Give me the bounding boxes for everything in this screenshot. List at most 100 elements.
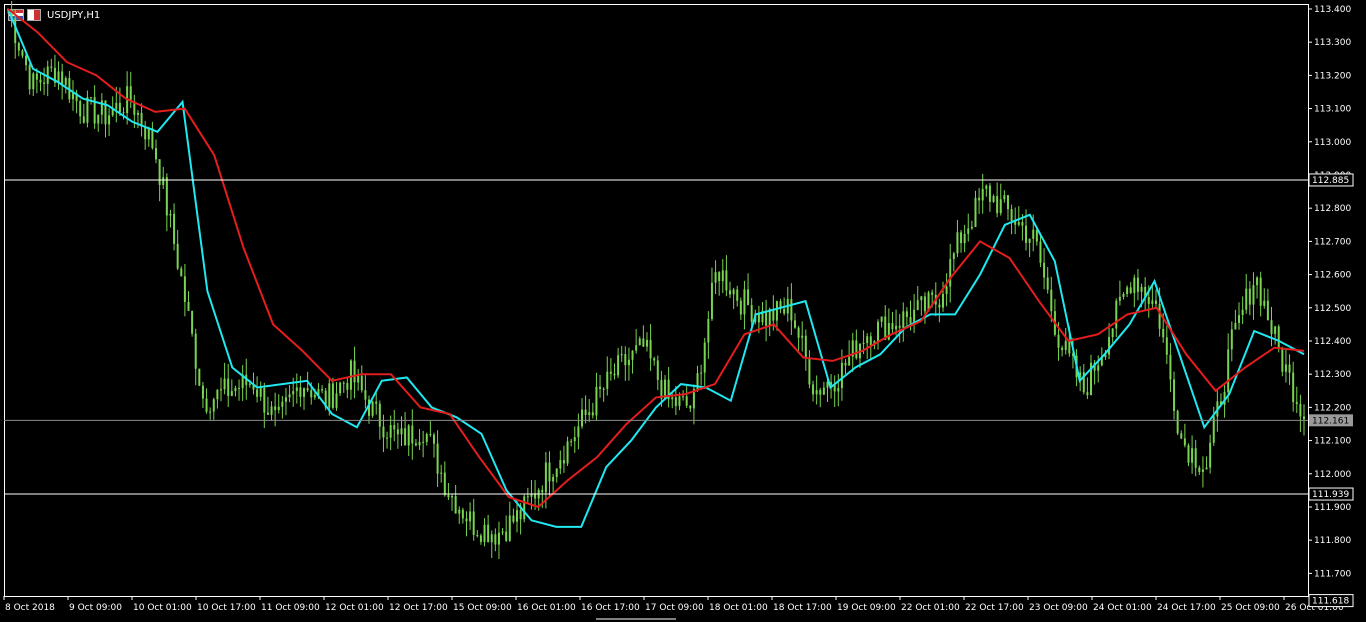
candle <box>234 385 237 397</box>
candle <box>696 365 699 392</box>
candle <box>151 121 154 150</box>
candle <box>790 283 793 335</box>
candle <box>57 61 60 90</box>
candle <box>198 368 201 387</box>
y-tick-label: 113.100 <box>1314 105 1351 115</box>
candle <box>490 530 493 558</box>
candle <box>429 420 432 437</box>
candle <box>274 392 277 427</box>
candle <box>1295 386 1298 414</box>
candle <box>1082 363 1085 395</box>
candle <box>963 224 966 253</box>
candle <box>1238 302 1241 330</box>
candle <box>1256 276 1259 299</box>
candle <box>956 219 959 257</box>
candle <box>331 377 334 410</box>
candle <box>844 359 847 374</box>
y-tick-label: 112.700 <box>1314 237 1351 247</box>
candle <box>393 410 396 442</box>
candle <box>155 139 158 164</box>
chart-window[interactable]: USDJPY,H1 113.400 113.300 113.200 113.100 11… <box>0 0 1366 622</box>
candle <box>180 266 183 277</box>
candle <box>1230 321 1233 362</box>
candle <box>952 251 955 272</box>
candle <box>1046 267 1049 294</box>
line-price-label: 111.939 <box>1312 490 1349 500</box>
candle <box>505 515 508 543</box>
candle <box>631 350 634 374</box>
candle <box>461 507 464 524</box>
candle <box>1108 323 1111 360</box>
candle <box>295 373 298 404</box>
candle <box>851 332 854 373</box>
candle <box>281 395 284 419</box>
y-tick-label: 113.000 <box>1314 138 1351 148</box>
candle <box>1234 309 1237 330</box>
candle <box>1090 354 1093 396</box>
candle <box>194 328 197 386</box>
candle <box>216 389 219 409</box>
x-tick-label: 24 Oct 17:00 <box>1157 603 1216 613</box>
candle <box>39 72 42 92</box>
candle <box>891 311 894 333</box>
candle <box>483 518 486 547</box>
candle <box>645 332 648 352</box>
candle <box>667 366 670 408</box>
candle <box>1180 430 1183 440</box>
candle <box>46 60 49 97</box>
candle <box>79 99 82 124</box>
candle <box>349 359 352 400</box>
candle <box>371 400 374 418</box>
candle <box>985 184 988 197</box>
x-tick-label: 9 Oct 09:00 <box>69 603 122 613</box>
candle <box>61 63 64 100</box>
candle <box>649 324 652 371</box>
candle <box>580 398 583 429</box>
candle <box>219 377 222 402</box>
candle <box>613 363 616 380</box>
price-chart[interactable]: 113.400113.300113.200113.100113.000112.9… <box>0 0 1366 622</box>
candle <box>559 450 562 475</box>
candle <box>191 310 194 337</box>
candle <box>584 395 587 424</box>
candle <box>1288 354 1291 385</box>
y-tick-label: 113.200 <box>1314 71 1351 81</box>
candle <box>53 54 56 87</box>
candle <box>1169 343 1172 393</box>
candle <box>884 305 887 341</box>
candle <box>548 451 551 497</box>
candle <box>375 391 378 415</box>
candle <box>425 432 428 446</box>
candle <box>1053 299 1056 337</box>
x-tick-label: 18 Oct 01:00 <box>709 603 768 613</box>
candle <box>43 67 46 96</box>
candle <box>209 407 212 420</box>
x-tick-label: 17 Oct 09:00 <box>645 603 704 613</box>
candle <box>1136 268 1139 301</box>
candle <box>458 506 461 524</box>
candle <box>263 382 266 428</box>
candle <box>866 333 869 360</box>
candle <box>1061 345 1064 357</box>
candle <box>685 386 688 409</box>
candle <box>992 194 995 203</box>
candle <box>266 396 269 415</box>
candle <box>786 286 789 322</box>
candle <box>259 381 262 401</box>
candle <box>848 340 851 366</box>
candle <box>555 468 558 483</box>
candle <box>920 295 923 316</box>
candle <box>1006 195 1009 221</box>
candle <box>1122 292 1125 300</box>
candle <box>1205 456 1208 470</box>
candle <box>710 267 713 321</box>
candle <box>494 528 497 552</box>
candle <box>1245 273 1248 314</box>
candle <box>1086 377 1089 400</box>
candle <box>588 399 591 422</box>
candle <box>1118 280 1121 306</box>
y-tick-label: 112.100 <box>1314 437 1351 447</box>
candle <box>183 263 186 317</box>
candle <box>418 429 421 450</box>
candle <box>638 336 641 346</box>
